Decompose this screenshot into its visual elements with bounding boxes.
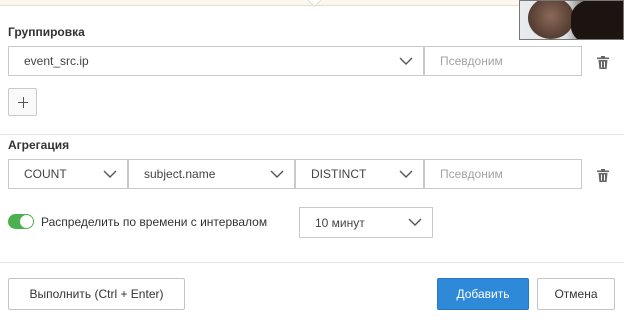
add-button[interactable]: Добавить xyxy=(437,278,529,310)
chevron-down-icon xyxy=(103,170,117,178)
run-query-button[interactable]: Выполнить (Ctrl + Enter) xyxy=(8,278,185,310)
section-divider xyxy=(0,134,624,135)
time-distribution-label: Распределить по времени с интервалом xyxy=(41,215,268,229)
chevron-down-icon xyxy=(270,170,284,178)
interval-select[interactable]: 10 минут xyxy=(299,207,433,238)
aggregation-modifier-value: DISTINCT xyxy=(311,167,367,181)
aggregation-function-select[interactable]: COUNT xyxy=(8,159,128,189)
grouping-field-select[interactable]: event_src.ip xyxy=(8,46,424,76)
panel-pointer-notch xyxy=(307,0,321,7)
aggregation-function-value: COUNT xyxy=(24,167,67,181)
trash-icon[interactable] xyxy=(597,169,609,182)
footer-divider xyxy=(0,262,624,263)
aggregation-modifier-select[interactable]: DISTINCT xyxy=(295,159,424,189)
aggregation-field-select[interactable]: subject.name xyxy=(128,159,295,189)
cancel-button[interactable]: Отмена xyxy=(537,278,615,310)
grouping-label: Группировка xyxy=(8,25,85,39)
chevron-down-icon xyxy=(408,218,422,226)
add-grouping-button[interactable]: + xyxy=(8,88,37,116)
webcam-overlay xyxy=(519,0,624,40)
time-distribution-toggle[interactable] xyxy=(8,214,34,229)
aggregation-label: Агрегация xyxy=(8,138,70,152)
toggle-knob xyxy=(20,215,33,228)
aggregation-field-value: subject.name xyxy=(144,167,216,181)
chevron-down-icon xyxy=(399,57,413,65)
grouping-field-value: event_src.ip xyxy=(24,54,89,68)
query-builder-panel: Группировка event_src.ip Псевдоним + Агр… xyxy=(0,0,624,320)
trash-icon[interactable] xyxy=(597,56,609,69)
aggregation-alias-input[interactable]: Псевдоним xyxy=(424,159,582,189)
grouping-alias-placeholder: Псевдоним xyxy=(440,54,503,68)
interval-value: 10 минут xyxy=(315,215,365,230)
chevron-down-icon xyxy=(399,170,413,178)
aggregation-alias-placeholder: Псевдоним xyxy=(440,167,503,181)
grouping-alias-input[interactable]: Псевдоним xyxy=(424,46,582,76)
